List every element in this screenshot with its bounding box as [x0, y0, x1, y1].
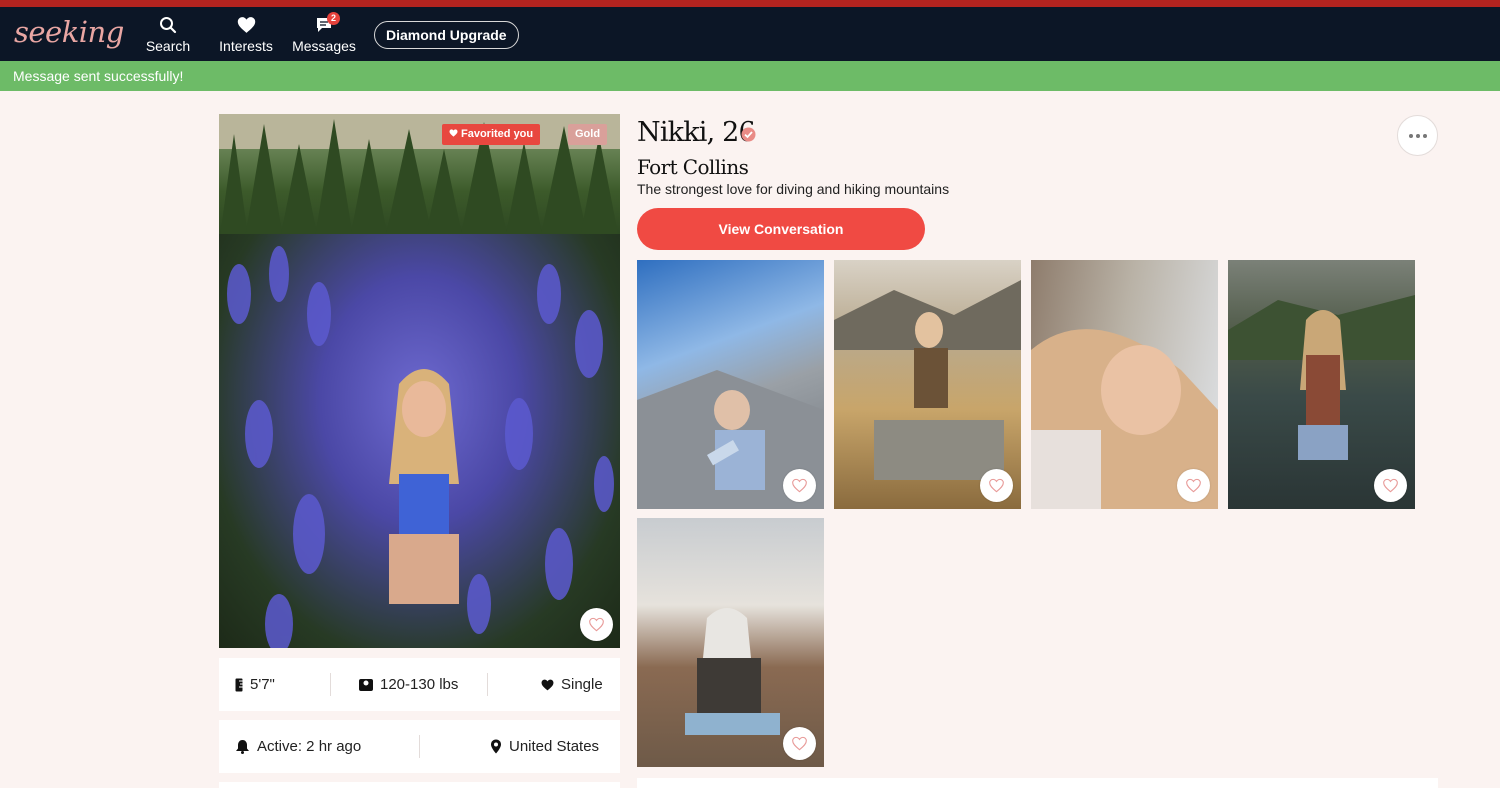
diamond-upgrade-button[interactable]: Diamond Upgrade [374, 21, 519, 49]
photo-forest-background [219, 114, 620, 244]
search-icon [133, 16, 203, 36]
more-options-button[interactable] [1397, 115, 1438, 156]
messages-badge: 2 [327, 12, 340, 25]
height-stat: 5'7" [235, 658, 275, 711]
nav-interests[interactable]: Interests [211, 16, 281, 54]
heart-icon [211, 16, 281, 36]
active-status: Active: 2 hr ago [235, 720, 361, 773]
gold-badge: Gold [568, 124, 608, 145]
relationship-stat: Single [541, 658, 603, 711]
verified-icon [741, 127, 756, 147]
heart-icon [541, 679, 554, 690]
bell-icon [236, 740, 249, 754]
like-photo-5-button[interactable] [783, 727, 816, 760]
like-main-photo-button[interactable] [580, 608, 613, 641]
like-photo-4-button[interactable] [1374, 469, 1407, 502]
view-conversation-button[interactable]: View Conversation [637, 208, 925, 250]
scale-icon [359, 679, 373, 691]
chat-icon: 2 [313, 12, 340, 36]
next-section-edge [637, 778, 1438, 788]
profile-tagline: The strongest love for diving and hiking… [637, 181, 950, 197]
nav-interests-label: Interests [219, 38, 273, 54]
nav-search[interactable]: Search [133, 16, 203, 54]
seeking-logo[interactable]: seeking [14, 15, 124, 49]
nav-messages-label: Messages [292, 38, 356, 54]
nav-messages[interactable]: 2 Messages [289, 12, 359, 54]
like-photo-3-button[interactable] [1177, 469, 1210, 502]
profile-name-age: Nikki, 26 [637, 117, 756, 148]
navbar: seeking Search Interests 2 Messages Diam… [0, 7, 1500, 61]
height-icon [235, 678, 243, 691]
success-toast: Message sent successfully! [0, 61, 1500, 91]
top-stripe [0, 0, 1500, 7]
stats-card: 5'7" 120-130 lbs Single [219, 658, 620, 711]
activity-card: Active: 2 hr ago United States [219, 720, 620, 773]
heart-outline-icon [589, 617, 604, 632]
photo-subject [389, 369, 459, 604]
profile-city: Fort Collins [637, 155, 749, 179]
location-stat: United States [490, 720, 599, 773]
nav-search-label: Search [145, 38, 191, 54]
favorited-you-badge: Favorited you [442, 124, 541, 145]
location-pin-icon [491, 739, 501, 754]
like-photo-2-button[interactable] [980, 469, 1013, 502]
weight-stat: 120-130 lbs [359, 658, 458, 711]
like-photo-1-button[interactable] [783, 469, 816, 502]
next-card-edge [219, 782, 620, 788]
main-profile-photo[interactable] [219, 114, 620, 648]
